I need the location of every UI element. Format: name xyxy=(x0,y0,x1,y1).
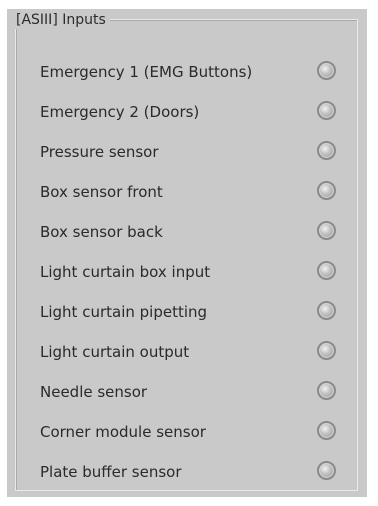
input-label: Corner module sensor xyxy=(40,423,206,441)
status-led-icon xyxy=(317,221,336,240)
input-row-light-curtain-output: Light curtain output xyxy=(7,338,367,368)
input-label: Box sensor front xyxy=(40,183,163,201)
input-row-needle-sensor: Needle sensor xyxy=(7,378,367,408)
input-row-corner-module-sensor: Corner module sensor xyxy=(7,418,367,448)
input-row-light-curtain-box-input: Light curtain box input xyxy=(7,258,367,288)
input-label: Light curtain output xyxy=(40,343,190,361)
status-led-icon xyxy=(317,341,336,360)
input-label: Emergency 2 (Doors) xyxy=(40,103,200,121)
input-label: Light curtain box input xyxy=(40,263,211,281)
status-led-icon xyxy=(317,261,336,280)
input-label: Needle sensor xyxy=(40,383,148,401)
input-row-light-curtain-pipetting: Light curtain pipetting xyxy=(7,298,367,328)
input-row-box-sensor-front: Box sensor front xyxy=(7,178,367,208)
input-label: Emergency 1 (EMG Buttons) xyxy=(40,63,253,81)
input-row-box-sensor-back: Box sensor back xyxy=(7,218,367,248)
status-led-icon xyxy=(317,381,336,400)
input-label: Light curtain pipetting xyxy=(40,303,208,321)
status-led-icon xyxy=(317,61,336,80)
status-led-icon xyxy=(317,301,336,320)
input-row-pressure-sensor: Pressure sensor xyxy=(7,138,367,168)
input-row-emergency-1: Emergency 1 (EMG Buttons) xyxy=(7,58,367,88)
input-row-plate-buffer-sensor: Plate buffer sensor xyxy=(7,458,367,488)
input-label: Plate buffer sensor xyxy=(40,463,182,481)
input-label: Box sensor back xyxy=(40,223,163,241)
input-label: Pressure sensor xyxy=(40,143,159,161)
status-led-icon xyxy=(317,101,336,120)
status-led-icon xyxy=(317,141,336,160)
status-led-icon xyxy=(317,421,336,440)
status-led-icon xyxy=(317,461,336,480)
input-row-emergency-2: Emergency 2 (Doors) xyxy=(7,98,367,128)
status-led-icon xyxy=(317,181,336,200)
group-title: [ASIII] Inputs xyxy=(13,11,110,29)
asiii-inputs-panel: [ASIII] Inputs Emergency 1 (EMG Buttons)… xyxy=(7,9,367,497)
